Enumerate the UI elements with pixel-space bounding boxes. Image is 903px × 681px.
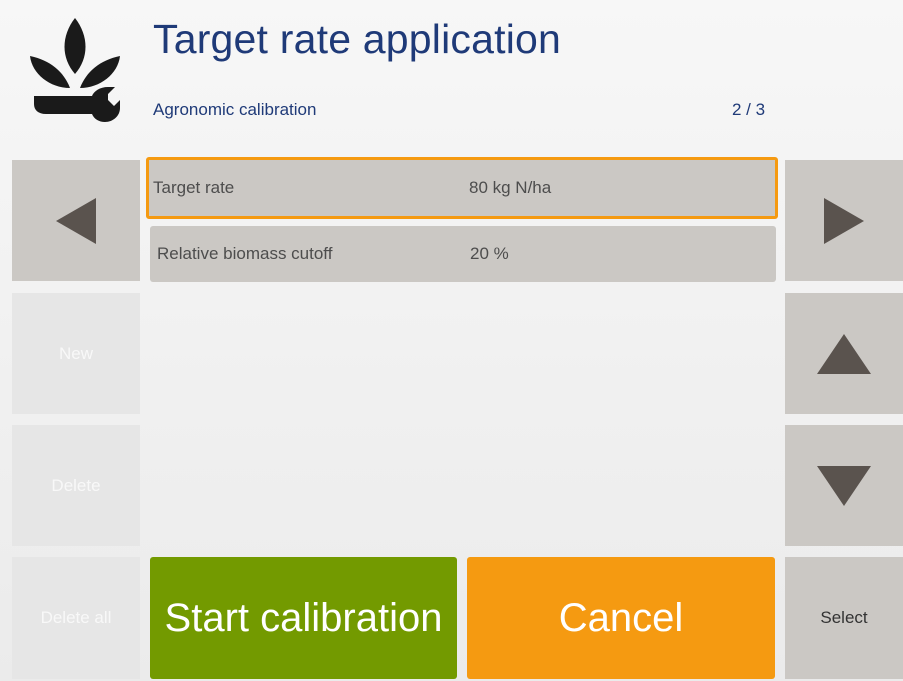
list-row-target-rate[interactable]: Target rate 80 kg N/ha: [146, 157, 778, 219]
arrow-up-icon: [817, 333, 871, 374]
forward-button[interactable]: [785, 160, 903, 281]
plant-wrench-icon: [30, 18, 120, 122]
row-label: Target rate: [153, 178, 235, 197]
row-value: 20 %: [470, 244, 509, 263]
row-label: Relative biomass cutoff: [157, 244, 333, 263]
new-button[interactable]: New: [12, 293, 140, 414]
page-subtitle: Agronomic calibration: [153, 100, 317, 119]
row-value: 80 kg N/ha: [469, 178, 552, 197]
arrow-left-icon: [56, 197, 96, 244]
scroll-up-button[interactable]: [785, 293, 903, 414]
delete-button[interactable]: Delete: [12, 425, 140, 546]
arrow-down-icon: [817, 465, 871, 506]
delete-all-button[interactable]: Delete all: [12, 557, 140, 679]
arrow-right-icon: [824, 197, 864, 244]
start-calibration-button[interactable]: Start calibration: [150, 557, 457, 679]
cancel-button[interactable]: Cancel: [467, 557, 775, 679]
scroll-down-button[interactable]: [785, 425, 903, 546]
page-indicator: 2 / 3: [732, 100, 766, 119]
list-row-biomass-cutoff[interactable]: Relative biomass cutoff 20 %: [150, 226, 776, 282]
page-title: Target rate application: [153, 16, 562, 62]
select-button[interactable]: Select: [785, 557, 903, 679]
back-button[interactable]: [12, 160, 140, 281]
